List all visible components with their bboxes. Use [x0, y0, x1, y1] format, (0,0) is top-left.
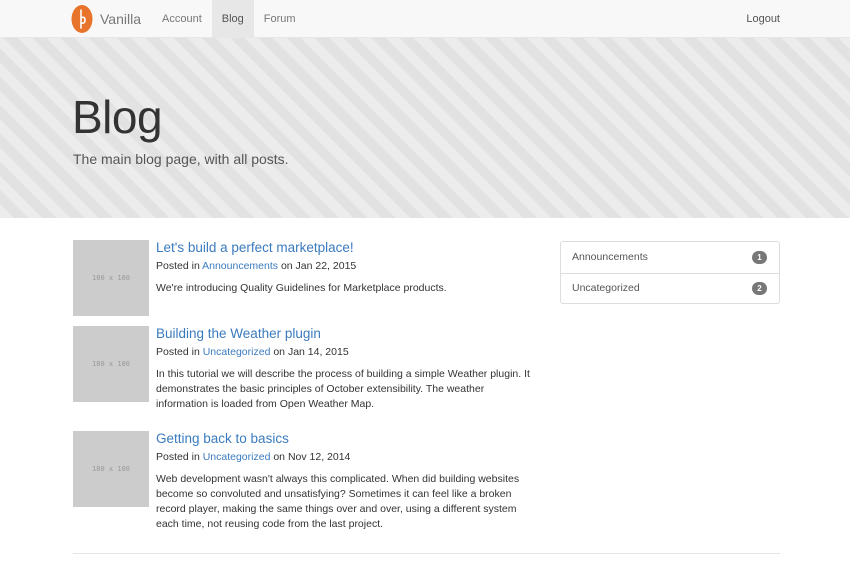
post-title-link[interactable]: Building the Weather plugin	[156, 326, 536, 342]
post-date: on Jan 14, 2015	[273, 346, 349, 358]
brand[interactable]: Vanilla	[70, 4, 141, 34]
post-title-link[interactable]: Getting back to basics	[156, 431, 536, 447]
page-title: Blog	[72, 91, 163, 143]
post-body: Let's build a perfect marketplace! Poste…	[156, 240, 536, 296]
post-body: Building the Weather plugin Posted in Un…	[156, 326, 536, 412]
category-item-uncategorized[interactable]: Uncategorized 2	[561, 272, 779, 304]
post-category-link[interactable]: Uncategorized	[203, 346, 271, 358]
post-category-link[interactable]: Announcements	[202, 260, 278, 272]
brand-name: Vanilla	[100, 11, 141, 27]
post-excerpt: Web development wasn't always this compl…	[156, 473, 520, 530]
post-title-link[interactable]: Let's build a perfect marketplace!	[156, 240, 536, 256]
category-count-badge: 1	[752, 250, 767, 264]
post-meta: Posted in Uncategorized on Nov 12, 2014	[156, 450, 536, 464]
category-item-announcements[interactable]: Announcements 1	[561, 242, 779, 273]
nav-item-forum[interactable]: Forum	[254, 0, 306, 38]
page-subtitle: The main blog page, with all posts.	[73, 151, 289, 167]
category-count-badge: 2	[752, 281, 767, 295]
main-nav: Account Blog Forum	[152, 0, 306, 38]
post-body: Getting back to basics Posted in Uncateg…	[156, 431, 536, 532]
post-meta: Posted in Announcements on Jan 22, 2015	[156, 259, 536, 273]
posted-in-label: Posted in	[156, 451, 200, 463]
post-thumbnail[interactable]: 100 x 100	[73, 326, 149, 402]
category-list: Announcements 1 Uncategorized 2	[560, 241, 780, 304]
post-date: on Nov 12, 2014	[273, 451, 351, 463]
vanilla-leaf-logo-icon	[71, 5, 93, 33]
post-excerpt: We're introducing Quality Guidelines for…	[156, 282, 447, 294]
post-thumbnail[interactable]: 100 x 100	[73, 240, 149, 316]
post-category-link[interactable]: Uncategorized	[203, 451, 271, 463]
page-header-banner: Blog The main blog page, with all posts.	[0, 38, 850, 218]
post-thumbnail[interactable]: 100 x 100	[73, 431, 149, 507]
nav-item-blog[interactable]: Blog	[211, 0, 254, 38]
post-excerpt: In this tutorial we will describe the pr…	[156, 368, 530, 410]
posted-in-label: Posted in	[156, 260, 200, 272]
category-name: Uncategorized	[572, 282, 640, 295]
nav-item-account[interactable]: Account	[152, 0, 212, 38]
logout-link[interactable]: Logout	[746, 0, 780, 38]
top-navbar: Vanilla Account Blog Forum Logout	[0, 0, 850, 38]
footer-divider	[73, 553, 780, 554]
post-meta: Posted in Uncategorized on Jan 14, 2015	[156, 345, 536, 359]
post-date: on Jan 22, 2015	[280, 260, 357, 272]
category-name: Announcements	[572, 251, 648, 264]
posted-in-label: Posted in	[156, 346, 200, 358]
